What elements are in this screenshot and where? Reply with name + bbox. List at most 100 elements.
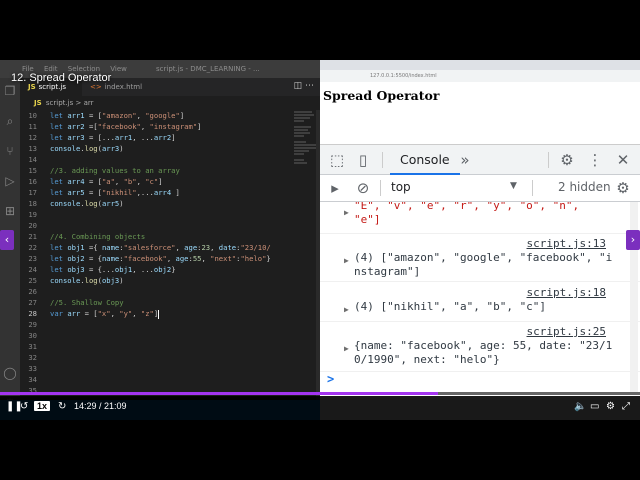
close-icon[interactable]: ✕ [614,151,632,169]
line-number: 28 [28,309,37,318]
tab-console[interactable]: Console [390,145,460,175]
search-icon[interactable]: ⌕ [3,114,17,128]
line-number: 23 [28,254,37,263]
settings-gear-icon[interactable]: ⚙ [558,151,576,169]
line-number: 25 [28,276,37,285]
breadcrumb: JS script.js > arr [20,96,320,110]
console-message: script.js:18 ▶ (4) ["nikhil", "a", "b", … [320,282,640,322]
explorer-icon[interactable]: ❐ [3,84,17,98]
captions-icon[interactable]: ▭ [590,401,599,412]
line-number: 10 [28,111,37,120]
code-line[interactable]: 25 console.log(obj3) [20,275,290,286]
account-icon[interactable]: ◯ [3,366,17,380]
expand-triangle-icon[interactable]: ▶ [344,256,349,265]
console-message-text: {name: "facebook", age: 55, date: "23/1 … [354,339,613,366]
line-number: 33 [28,364,37,373]
code-line[interactable]: 13 console.log(arr3) [20,143,290,154]
code-line[interactable]: 30 [20,330,290,341]
code-line[interactable]: 24 let obj3 = {...obj1, ...obj2} [20,264,290,275]
code-line[interactable]: 28 var arr = ["x", "y", "z"] [20,308,290,319]
split-editor-icon[interactable]: ◫ ⋯ [294,81,314,91]
source-link[interactable]: script.js:18 [527,286,606,299]
code-text: console.log(obj3) [50,276,124,285]
devtools-toolbar: ⬚ ▯ Console » ⚙ ⋮ ✕ [320,145,640,175]
device-toolbar-icon[interactable]: ▯ [354,151,372,169]
forward-icon[interactable]: ↻ [58,401,66,412]
breadcrumb-symbol[interactable]: arr [84,99,94,107]
next-arrow-icon[interactable]: › [626,230,640,250]
expand-triangle-icon[interactable]: ▶ [344,305,349,314]
console-message-text: (4) ["nikhil", "a", "b", "c"] [354,300,547,313]
playback-speed-button[interactable]: 1x [34,401,51,411]
code-line[interactable]: 11 let arr2 =["facebook", "instagram"] [20,121,290,132]
progress-fill [0,392,439,395]
page-heading: Spread Operator [323,88,440,103]
code-line[interactable]: 29 [20,319,290,330]
code-line[interactable]: 18 console.log(arr5) [20,198,290,209]
code-line[interactable]: 22 let obj1 ={ name:"salesforce", age:23,… [20,242,290,253]
code-line[interactable]: 14 [20,154,290,165]
code-text: console.log(arr3) [50,144,124,153]
hidden-messages-count[interactable]: 2 hidden [558,180,611,194]
code-line[interactable]: 19 [20,209,290,220]
code-text: let arr4 = ["a", "b", "c"] [50,177,163,186]
expand-triangle-icon[interactable]: ▶ [344,344,349,353]
line-number: 24 [28,265,37,274]
source-control-icon[interactable]: ⑂ [3,144,17,158]
address-bar[interactable]: 127.0.0.1:5500/index.html [320,70,640,82]
line-number: 17 [28,188,37,197]
code-line[interactable]: 33 [20,363,290,374]
line-number: 31 [28,342,37,351]
volume-icon[interactable]: 🔈 [574,401,586,412]
code-line[interactable]: 26 [20,286,290,297]
console-prompt[interactable]: > [327,372,334,386]
inspect-element-icon[interactable]: ⬚ [328,151,346,169]
more-tabs-icon[interactable]: » [456,151,474,169]
extensions-icon[interactable]: ⊞ [3,204,17,218]
line-number: 12 [28,133,37,142]
console-message-text: (4) ["amazon", "google", "facebook", "i … [354,251,613,278]
source-link[interactable]: script.js:13 [527,237,606,250]
code-line[interactable]: 23 let obj2 = {name:"facebook", age:55, "… [20,253,290,264]
browser-window: 127.0.0.1:5500/index.html Spread Operato… [320,60,640,420]
code-line[interactable]: 21 //4. Combining objects [20,231,290,242]
rewind-icon[interactable]: ↺ [20,401,28,412]
code-line[interactable]: 31 [20,341,290,352]
line-number: 19 [28,210,37,219]
code-line[interactable]: 10 let arr1 = ["amazon", "google"] [20,110,290,121]
window-title: script.js - DMC_LEARNING - ... [156,65,260,73]
code-text: let arr2 =["facebook", "instagram"] [50,122,202,131]
chevron-down-icon[interactable]: ▼ [510,181,517,191]
menu-view[interactable]: View [110,65,127,73]
previous-arrow-icon[interactable]: ‹ [0,230,14,250]
code-line[interactable]: 27 //5. Shallow Copy [20,297,290,308]
code-line[interactable]: 34 [20,374,290,385]
breadcrumb-file[interactable]: script.js [46,99,73,107]
line-number: 21 [28,232,37,241]
fullscreen-icon[interactable]: ⤢ [622,401,630,412]
expand-triangle-icon[interactable]: ▶ [344,208,349,217]
code-text: let obj1 ={ name:"salesforce", age:23, d… [50,243,271,252]
sidebar-toggle-icon[interactable]: ▸ [326,179,344,197]
code-line[interactable]: 12 let arr3 = [...arr1, ...arr2] [20,132,290,143]
code-line[interactable]: 15 //3. adding values to an array [20,165,290,176]
source-link[interactable]: script.js:25 [527,325,606,338]
code-line[interactable]: 17 let arr5 = ["nikhil",...arr4 ] [20,187,290,198]
more-options-icon[interactable]: ⋮ [586,151,604,169]
console-settings-icon[interactable]: ⚙ [614,179,632,197]
code-text: var arr = ["x", "y", "z"] [50,309,159,318]
code-line[interactable]: 20 [20,220,290,231]
settings-gear-icon[interactable]: ⚙ [606,401,615,412]
toolbar-divider [548,152,549,168]
clear-console-icon[interactable]: ⊘ [354,179,372,197]
code-line[interactable]: 32 [20,352,290,363]
context-selector[interactable]: top [391,180,411,194]
run-debug-icon[interactable]: ▷ [3,174,17,188]
code-text: let arr5 = ["nikhil",...arr4 ] [50,188,180,197]
code-line[interactable]: 16 let arr4 = ["a", "b", "c"] [20,176,290,187]
code-editor[interactable]: 10 let arr1 = ["amazon", "google"] 11 let a… [20,110,290,400]
code-text: //4. Combining objects [50,232,146,241]
line-number: 26 [28,287,37,296]
line-number: 22 [28,243,37,252]
code-text: //5. Shallow Copy [50,298,124,307]
